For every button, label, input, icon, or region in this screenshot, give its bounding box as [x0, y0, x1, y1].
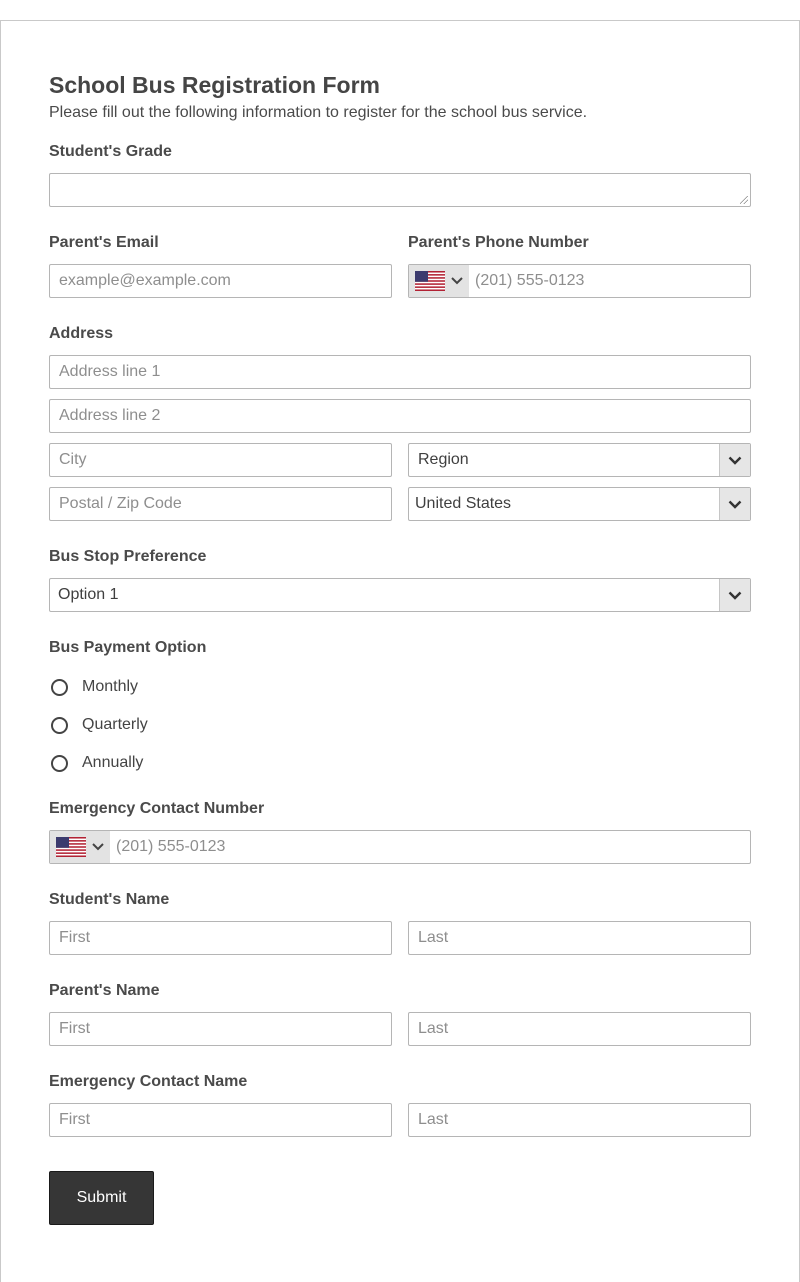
page-title: School Bus Registration Form — [49, 72, 380, 98]
resize-handle-icon[interactable] — [740, 196, 748, 204]
parent-first-name-input[interactable] — [49, 1012, 392, 1046]
chevron-down-icon — [92, 843, 104, 851]
chevron-down-icon — [719, 488, 750, 520]
address-label: Address — [49, 325, 114, 342]
country-code-dropdown[interactable] — [409, 265, 469, 297]
radio-button[interactable] — [51, 716, 68, 734]
student-last-name-input[interactable] — [408, 921, 751, 955]
us-flag-icon — [56, 837, 86, 857]
radio-button[interactable] — [51, 754, 68, 772]
radio-label: Annually — [82, 754, 144, 771]
form-description: Please fill out the following informatio… — [49, 104, 588, 121]
address-line2-input[interactable] — [49, 399, 751, 433]
radio-option-annually[interactable]: Annually — [49, 754, 143, 772]
postal-code-input[interactable] — [49, 487, 392, 521]
chevron-down-icon — [719, 579, 750, 611]
radio-label: Quarterly — [82, 716, 148, 733]
student-grade-label: Student's Grade — [49, 143, 172, 160]
country-value: United States — [415, 495, 512, 512]
emergency-first-name-input[interactable] — [49, 1103, 392, 1137]
us-flag-icon — [415, 271, 445, 291]
parent-phone-placeholder: (201) 555-0123 — [475, 272, 585, 289]
parent-phone-label: Parent's Phone Number — [408, 234, 589, 251]
emergency-phone-placeholder: (201) 555-0123 — [116, 838, 226, 855]
student-grade-textarea[interactable] — [49, 173, 751, 207]
radio-button[interactable] — [51, 678, 68, 696]
parent-last-name-input[interactable] — [408, 1012, 751, 1046]
city-input[interactable] — [49, 443, 392, 477]
bus-stop-select[interactable]: Option 1 — [49, 578, 751, 612]
bus-stop-label: Bus Stop Preference — [49, 548, 207, 565]
parent-phone-field[interactable]: (201) 555-0123 — [408, 264, 751, 298]
student-name-label: Student's Name — [49, 891, 170, 908]
bus-stop-value: Option 1 — [58, 586, 119, 603]
radio-label: Monthly — [82, 678, 139, 695]
emergency-name-label: Emergency Contact Name — [49, 1073, 248, 1090]
chevron-down-icon — [451, 277, 463, 285]
emergency-phone-label: Emergency Contact Number — [49, 800, 265, 817]
radio-option-monthly[interactable]: Monthly — [49, 678, 138, 696]
parent-name-label: Parent's Name — [49, 982, 160, 999]
student-first-name-input[interactable] — [49, 921, 392, 955]
emergency-last-name-input[interactable] — [408, 1103, 751, 1137]
radio-option-quarterly[interactable]: Quarterly — [49, 716, 148, 734]
parent-email-input[interactable] — [49, 264, 392, 298]
emergency-phone-field[interactable]: (201) 555-0123 — [49, 830, 751, 864]
country-code-dropdown[interactable] — [50, 831, 110, 863]
chevron-down-icon — [719, 444, 750, 476]
submit-button[interactable]: Submit — [49, 1171, 154, 1225]
payment-option-label: Bus Payment Option — [49, 639, 207, 656]
country-select[interactable]: United States — [408, 487, 751, 521]
region-select[interactable]: Region — [408, 443, 751, 477]
address-line1-input[interactable] — [49, 355, 751, 389]
parent-email-label: Parent's Email — [49, 234, 159, 251]
region-value: Region — [418, 451, 469, 468]
